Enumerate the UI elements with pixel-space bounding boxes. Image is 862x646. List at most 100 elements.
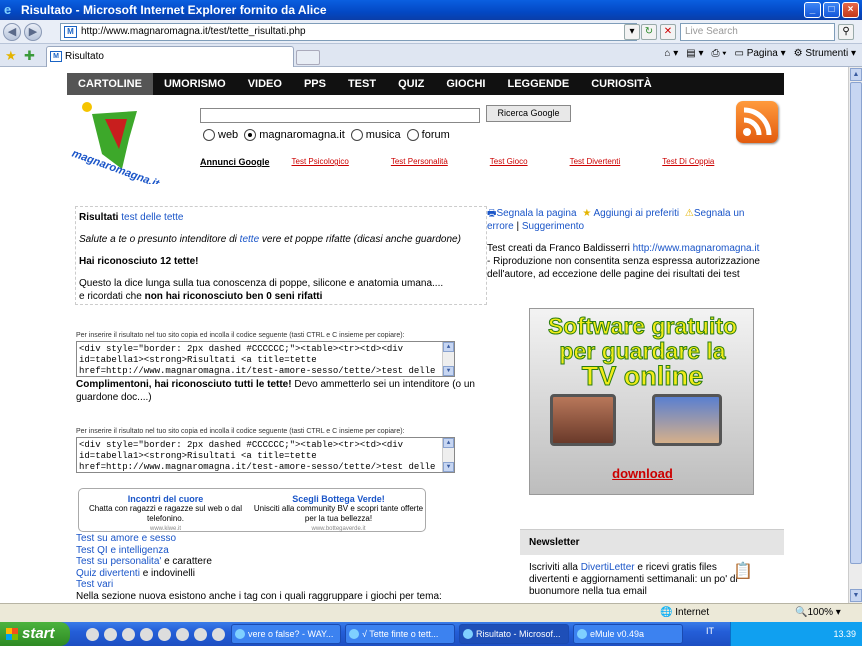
tv-online-banner[interactable]: Software gratuito per guardare la TV onl…: [529, 308, 754, 495]
feeds-icon[interactable]: ▤ ▾: [686, 48, 703, 59]
rss-feed-icon[interactable]: [736, 101, 778, 143]
tab-risultato[interactable]: M Risultato: [46, 46, 294, 67]
maximize-button[interactable]: □: [823, 2, 840, 18]
newsletter-icon: 📋: [733, 563, 753, 580]
print-icon[interactable]: ⎙ ▾: [711, 48, 726, 59]
ads-label[interactable]: Annunci Google: [200, 157, 270, 167]
link-amore-sesso[interactable]: Test su amore e sesso: [76, 533, 442, 545]
task-button[interactable]: eMule v0.49a: [573, 624, 683, 644]
add-favorites-icon[interactable]: ✚: [24, 48, 35, 64]
site-menu: CARTOLINE UMORISMO VIDEO PPS TEST QUIZ G…: [67, 73, 784, 95]
app-quicklaunch-icon[interactable]: [158, 627, 171, 641]
site-logo[interactable]: magnaromagna.it: [67, 99, 162, 191]
language-indicator[interactable]: IT: [706, 626, 714, 636]
app-quicklaunch-icon[interactable]: [194, 627, 207, 641]
menu-curiosita[interactable]: CURIOSITÀ: [580, 73, 663, 95]
task-button[interactable]: √ Tette finte o tett...: [345, 624, 455, 644]
google-ads: Annunci Google Test Psicologico Test Per…: [200, 157, 760, 167]
download-link[interactable]: download: [530, 466, 755, 481]
app-quicklaunch-icon[interactable]: [176, 627, 189, 641]
menu-test[interactable]: TEST: [337, 73, 387, 95]
menu-cartoline[interactable]: CARTOLINE: [67, 73, 153, 95]
menu-giochi[interactable]: GIOCHI: [435, 73, 496, 95]
address-url: http://www.magnaromagna.it/test/tette_ri…: [81, 26, 306, 37]
home-icon[interactable]: ⌂ ▾: [664, 48, 678, 59]
embed-code-textarea[interactable]: <div style="border: 2px dashed #CCCCCC;"…: [76, 437, 455, 473]
link-quiz[interactable]: Quiz divertenti: [76, 568, 140, 579]
ad-kiwe[interactable]: Incontri del cuore Chatta con ragazzi e …: [79, 489, 252, 532]
scroll-thumb[interactable]: [850, 82, 862, 564]
search-icon[interactable]: ⚲: [838, 24, 854, 40]
page-scrollbar[interactable]: ▲ ▼: [848, 67, 862, 603]
ad-link[interactable]: Test Personalità: [391, 157, 448, 167]
ad-bottegaverde[interactable]: Scegli Bottega Verde! Unisciti alla comm…: [252, 489, 425, 532]
report-page-link[interactable]: 🖶Segnala la pagina: [487, 208, 577, 219]
textarea-scrollbar[interactable]: ▲ ▼: [442, 342, 454, 376]
suggest-link[interactable]: Suggerimento: [522, 221, 584, 232]
result-title-link[interactable]: test delle tette: [121, 212, 183, 223]
app-quicklaunch-icon[interactable]: [212, 627, 225, 641]
mail-quicklaunch-icon[interactable]: [140, 627, 153, 641]
link-test-vari[interactable]: Test vari: [76, 579, 442, 591]
menu-umorismo[interactable]: UMORISMO: [153, 73, 237, 95]
google-search-input[interactable]: [200, 108, 480, 123]
live-search-input[interactable]: Live Search: [680, 23, 835, 41]
scroll-down-icon[interactable]: ▼: [850, 589, 862, 602]
new-tab-button[interactable]: [296, 50, 320, 65]
embed-code-textarea[interactable]: <div style="border: 2px dashed #CCCCCC;"…: [76, 341, 455, 377]
task-button[interactable]: vere o false? - WAY...: [231, 624, 341, 644]
back-button[interactable]: ◀: [3, 22, 21, 41]
ad-link[interactable]: Test Divertenti: [570, 157, 621, 167]
google-search-button[interactable]: Ricerca Google: [486, 105, 571, 122]
result-box: Risultati test delle tette Salute a te o…: [75, 206, 487, 305]
star-icon: ★: [582, 208, 592, 219]
radio-web[interactable]: web: [203, 129, 238, 141]
link-personalita[interactable]: Test su personalita': [76, 556, 161, 567]
ad-title: Incontri del cuore: [127, 494, 204, 504]
radio-magnaromagna[interactable]: magnaromagna.it: [244, 129, 345, 141]
minimize-button[interactable]: _: [804, 2, 821, 18]
page-menu[interactable]: ▭ Pagina ▾: [734, 48, 785, 59]
add-favorites-link[interactable]: ★ Aggiungi ai preferiti: [582, 208, 679, 219]
dropdown-arrow-icon[interactable]: ▾: [624, 24, 640, 40]
intro-link[interactable]: tette: [240, 234, 259, 245]
zoom-control[interactable]: 🔍100% ▾: [795, 607, 841, 618]
ie-quicklaunch-icon[interactable]: [86, 627, 99, 641]
menu-quiz[interactable]: QUIZ: [387, 73, 435, 95]
task-button-active[interactable]: Risultato - Microsof...: [459, 624, 569, 644]
banner-line: Software gratuito: [547, 313, 738, 339]
newsletter-text: Iscriviti alla DivertiLetter e ricevi gr…: [529, 562, 739, 598]
favorites-star-icon[interactable]: ★: [5, 48, 17, 64]
close-button[interactable]: ×: [842, 2, 859, 18]
forward-button[interactable]: ▶: [24, 22, 42, 41]
radio-musica[interactable]: musica: [350, 129, 401, 141]
status-bar: 🌐 Internet 🔍100% ▾: [0, 603, 862, 622]
menu-video[interactable]: VIDEO: [237, 73, 293, 95]
ad-link[interactable]: Test Psicologico: [292, 157, 349, 167]
stop-icon[interactable]: ✕: [660, 24, 676, 40]
divertiletter-link[interactable]: DivertiLetter: [581, 562, 635, 573]
quick-launch: [86, 627, 225, 641]
compliment-text: Complimentoni, hai riconosciuto tutti le…: [76, 378, 476, 404]
link-qi[interactable]: Test QI e intelligenza: [76, 545, 442, 557]
tools-menu[interactable]: ⚙ Strumenti ▾: [794, 48, 856, 59]
scroll-up-icon[interactable]: ▲: [850, 68, 862, 81]
ad-link[interactable]: Test Di Coppia: [662, 157, 714, 167]
start-button[interactable]: start: [0, 622, 70, 646]
refresh-icon[interactable]: ↻: [641, 24, 657, 40]
radio-forum[interactable]: forum: [406, 129, 450, 141]
embed-code: <div style="border: 2px dashed #CCCCCC;"…: [79, 344, 436, 376]
menu-leggende[interactable]: LEGGENDE: [496, 73, 580, 95]
result-line-bold: non hai riconosciuto ben 0 seni rifatti: [144, 291, 323, 302]
address-input[interactable]: M http://www.magnaromagna.it/test/tette_…: [60, 23, 637, 41]
credits-link[interactable]: http://www.magnaromagna.it: [633, 243, 760, 254]
clock: 13.39: [833, 629, 856, 639]
firefox-quicklaunch-icon[interactable]: [104, 627, 117, 641]
page-menu-label: Pagina: [746, 48, 778, 59]
textarea-scrollbar[interactable]: ▲ ▼: [442, 438, 454, 472]
media-quicklaunch-icon[interactable]: [122, 627, 135, 641]
ad-title: Scegli Bottega Verde!: [292, 494, 385, 504]
ad-link[interactable]: Test Gioco: [490, 157, 528, 167]
page-content: CARTOLINE UMORISMO VIDEO PPS TEST QUIZ G…: [0, 67, 848, 603]
menu-pps[interactable]: PPS: [293, 73, 337, 95]
